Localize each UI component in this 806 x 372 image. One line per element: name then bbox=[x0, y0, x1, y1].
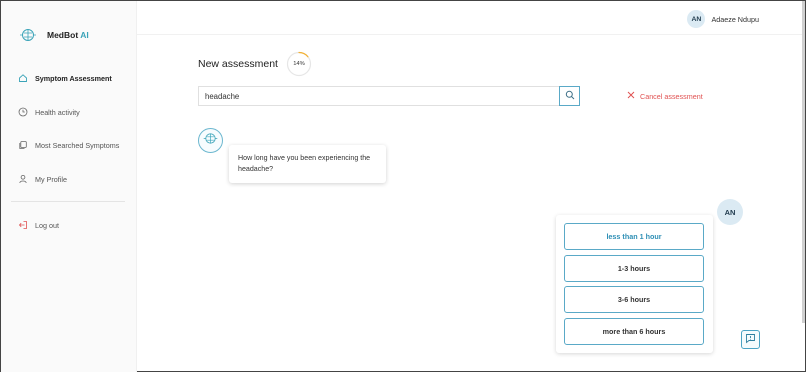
sidebar-item-label: Most Searched Symptoms bbox=[35, 140, 120, 150]
cancel-assessment-button[interactable]: Cancel assessment bbox=[627, 91, 703, 101]
sidebar-item-label: My Profile bbox=[35, 174, 67, 184]
symptom-search bbox=[198, 86, 580, 106]
user-name: Adaeze Ndupu bbox=[711, 14, 759, 24]
feedback-button[interactable] bbox=[741, 330, 760, 349]
answer-options: less than 1 hour 1-3 hours 3-6 hours mor… bbox=[556, 215, 713, 353]
sidebar-item-my-profile[interactable]: My Profile bbox=[18, 174, 67, 184]
logout-label: Log out bbox=[35, 220, 59, 230]
sidebar-item-label: Symptom Assessment bbox=[35, 73, 112, 83]
progress-label: 14% bbox=[293, 61, 305, 67]
home-icon bbox=[18, 73, 28, 83]
sidebar: MedBot AI Symptom Assessment Health acti… bbox=[1, 1, 137, 372]
search-icon bbox=[565, 87, 575, 105]
scrollbar[interactable] bbox=[802, 1, 805, 323]
copy-icon bbox=[18, 140, 28, 150]
user-icon bbox=[18, 174, 28, 184]
sidebar-item-most-searched[interactable]: Most Searched Symptoms bbox=[18, 140, 119, 150]
brand-name: MedBot AI bbox=[47, 30, 89, 40]
bot-avatar bbox=[198, 128, 223, 153]
cancel-label: Cancel assessment bbox=[640, 91, 703, 101]
brain-icon bbox=[18, 25, 38, 45]
user-menu[interactable]: AN Adaeze Ndupu bbox=[687, 10, 759, 28]
brain-icon bbox=[202, 130, 219, 152]
top-bar: AN Adaeze Ndupu bbox=[137, 1, 805, 35]
logout-button[interactable]: Log out bbox=[18, 220, 59, 230]
close-icon bbox=[627, 91, 635, 101]
avatar: AN bbox=[717, 199, 743, 225]
clock-icon bbox=[18, 107, 28, 117]
option-1-3-hours[interactable]: 1-3 hours bbox=[564, 255, 704, 282]
sidebar-item-label: Health activity bbox=[35, 107, 80, 117]
option-less-than-1-hour[interactable]: less than 1 hour bbox=[564, 223, 704, 250]
brand[interactable]: MedBot AI bbox=[18, 25, 89, 45]
sidebar-item-symptom-assessment[interactable]: Symptom Assessment bbox=[18, 73, 112, 83]
logout-icon bbox=[18, 220, 28, 230]
option-more-than-6-hours[interactable]: more than 6 hours bbox=[564, 318, 704, 345]
sidebar-item-health-activity[interactable]: Health activity bbox=[18, 107, 80, 117]
search-input[interactable] bbox=[198, 86, 559, 106]
search-button[interactable] bbox=[559, 86, 580, 106]
progress-indicator: 14% bbox=[286, 51, 312, 77]
sidebar-divider bbox=[11, 201, 125, 202]
avatar: AN bbox=[687, 10, 706, 28]
chat-alert-icon bbox=[745, 331, 756, 349]
bot-message: How long have you been experiencing the … bbox=[229, 145, 386, 183]
option-3-6-hours[interactable]: 3-6 hours bbox=[564, 286, 704, 313]
page-title: New assessment bbox=[198, 58, 278, 70]
